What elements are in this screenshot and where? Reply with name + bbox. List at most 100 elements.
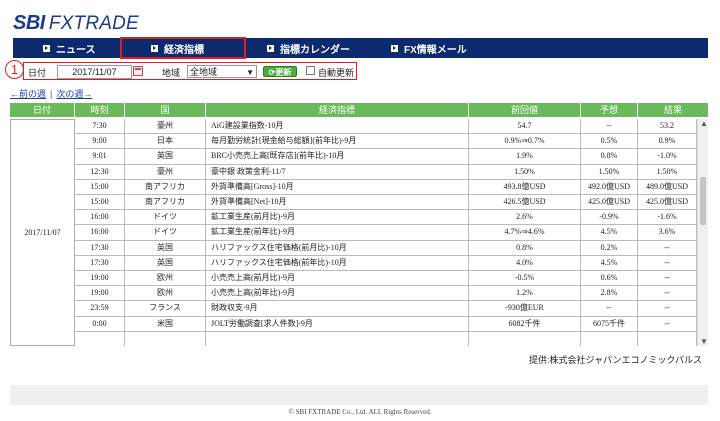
table-scrollbar[interactable]: ▲ ▼ — [697, 119, 708, 346]
cell-forecast: 492.0億USD — [581, 179, 638, 195]
cell-result: 489.0億USD — [638, 179, 697, 195]
calendar-icon[interactable] — [133, 66, 143, 76]
nav-item-label: ニュース — [56, 44, 96, 56]
header-time: 時刻 — [75, 103, 125, 117]
nav-item-economic-indicators[interactable]: 経済指標 — [120, 37, 246, 59]
cell-previous: 426.5億USD — [469, 195, 581, 211]
nav-item-indicator-calendar[interactable]: 指標カレンダー — [245, 38, 365, 58]
cell-result — [638, 331, 697, 346]
refresh-button-label: 更新 — [275, 68, 292, 77]
arrow-right-icon — [151, 44, 158, 52]
cell-country: 欧州 — [125, 286, 206, 302]
cell-country: 南アフリカ — [125, 195, 206, 211]
cell-indicator: 外貨準備高[Net]-10月 — [206, 195, 469, 211]
cell-forecast: -- — [581, 301, 638, 317]
cell-forecast: 2.8% — [581, 286, 638, 302]
nav-item-fx-info-mail[interactable]: FX情報メール — [365, 38, 490, 58]
cell-previous: 6082千件 — [469, 316, 581, 332]
cell-country: 英国 — [125, 255, 206, 271]
cell-time — [75, 331, 125, 346]
cell-previous: 1.50% — [469, 164, 581, 180]
cell-time: 19:00 — [75, 286, 125, 302]
brand-logo[interactable]: SBI FXTRADE — [13, 12, 139, 36]
cell-indicator: ハリファックス住宅価格(前月比)-10月 — [206, 240, 469, 256]
logo-fxtrade-text: FXTRADE — [48, 13, 139, 34]
cell-forecast: 425.0億USD — [581, 195, 638, 211]
nav-item-label: 経済指標 — [164, 44, 204, 56]
cell-indicator: 財政収支-9月 — [206, 301, 469, 317]
cell-result: -- — [638, 286, 697, 302]
cell-forecast: 0.2% — [581, 240, 638, 256]
chevron-down-icon: ▼ — [246, 68, 254, 77]
cell-country: 英国 — [125, 240, 206, 256]
table-row: 9:01 英国 BRC小売売上高[既存店](前年比)-10月 1.9% 0.8% -1.0… — [75, 149, 697, 165]
cell-time: 16:00 — [75, 210, 125, 226]
region-select-value: 全地域 — [190, 67, 218, 77]
cell-indicator — [206, 331, 469, 346]
header-result: 結果 — [663, 105, 682, 115]
cell-result: 3.6% — [638, 225, 697, 241]
cell-indicator: 鉱工業生産(前年比)-9月 — [206, 225, 469, 241]
scroll-down-arrow-icon[interactable]: ▼ — [700, 337, 708, 346]
cell-previous: 4.0% — [469, 255, 581, 271]
cell-indicator: BRC小売売上高[既存店](前年比)-10月 — [206, 149, 469, 165]
refresh-button[interactable]: ⟳更新 — [263, 66, 297, 77]
cell-result: 0.9% — [638, 134, 697, 150]
cell-indicator: 小売売上高(前月比)-9月 — [206, 271, 469, 287]
cell-previous: 1.2% — [469, 286, 581, 302]
logo-sbi-text: SBI — [13, 12, 45, 34]
cell-result: -- — [638, 240, 697, 256]
arrow-right-icon — [267, 44, 274, 52]
cell-forecast: 4.5% — [581, 255, 638, 271]
cell-result: 1.50% — [638, 164, 697, 180]
cell-indicator: ハリファックス住宅価格(前年比)-10月 — [206, 255, 469, 271]
table-row: 16:00 ドイツ 鉱工業生産(前年比)-9月 4.7%⇒4.6% 4.5% 3.6% — [75, 225, 697, 241]
header-forecast: 予想 — [581, 103, 638, 117]
cell-result: -- — [638, 255, 697, 271]
date-cell: 2017/11/07 — [10, 119, 75, 346]
cell-previous: 0.9%⇒0.7% — [469, 134, 581, 150]
cell-time: 23:59 — [75, 301, 125, 317]
auto-refresh-label: 自動更新 — [318, 68, 355, 78]
table-row: 19:00 欧州 小売売上高(前年比)-9月 1.2% 2.8% -- — [75, 286, 697, 302]
cell-result: 53.2 — [638, 119, 697, 135]
table-row: 23:59 フランス 財政収支-9月 -930億EUR -- -- — [75, 301, 697, 317]
cell-previous: 2.6% — [469, 210, 581, 226]
cell-result: -- — [638, 301, 697, 317]
cell-previous: -930億EUR — [469, 301, 581, 317]
scroll-thumb[interactable] — [700, 177, 706, 225]
header-previous: 前回値 — [469, 103, 581, 117]
week-navigation: ←前の週 | 次の週→ — [10, 87, 92, 100]
cell-forecast: 0.6% — [581, 271, 638, 287]
prev-week-link[interactable]: ←前の週 — [10, 89, 46, 99]
cell-forecast — [581, 331, 638, 346]
main-nav: ニュース 経済指標 指標カレンダー FX情報メール — [13, 37, 708, 59]
header-date: 日付 — [10, 103, 75, 117]
copyright-text: © SBI FXTRADE Co., Ltd. ALL Rights Reser… — [288, 408, 432, 416]
date-input[interactable]: 2017/11/07 — [57, 65, 132, 79]
region-select[interactable]: 全地域 ▼ — [187, 65, 257, 78]
table-row — [75, 331, 697, 346]
header-indicator: 経済指標 — [206, 103, 469, 117]
scroll-up-arrow-icon[interactable]: ▲ — [700, 119, 708, 128]
cell-result: -- — [638, 316, 697, 332]
cell-country: ドイツ — [125, 210, 206, 226]
cell-time: 15:00 — [75, 195, 125, 211]
cell-result: -1.0% — [638, 149, 697, 165]
cell-indicator: 毎月勤労統計[現金給与総額](前年比)-9月 — [206, 134, 469, 150]
auto-refresh-checkbox[interactable] — [306, 66, 315, 75]
region-label: 地域 — [162, 68, 181, 78]
table-row: 0:00 米国 JOLT労働調査[求人件数]-9月 6082千件 6075千件 -- — [75, 316, 697, 332]
cell-country: 豪州 — [125, 164, 206, 180]
nav-item-label: 指標カレンダー — [280, 44, 350, 56]
cell-indicator: AiG建設業指数-10月 — [206, 119, 469, 135]
data-provider-text: 提供:株式会社ジャパンエコノミックパルス — [528, 355, 702, 365]
cell-time: 7:30 — [75, 119, 125, 135]
cell-time: 9:01 — [75, 149, 125, 165]
cell-forecast: 1.50% — [581, 164, 638, 180]
cell-previous: 0.8% — [469, 240, 581, 256]
next-week-link[interactable]: 次の週→ — [56, 89, 92, 99]
cell-result: 425.0億USD — [638, 195, 697, 211]
cell-country: 南アフリカ — [125, 179, 206, 195]
nav-item-news[interactable]: ニュース — [13, 38, 121, 58]
